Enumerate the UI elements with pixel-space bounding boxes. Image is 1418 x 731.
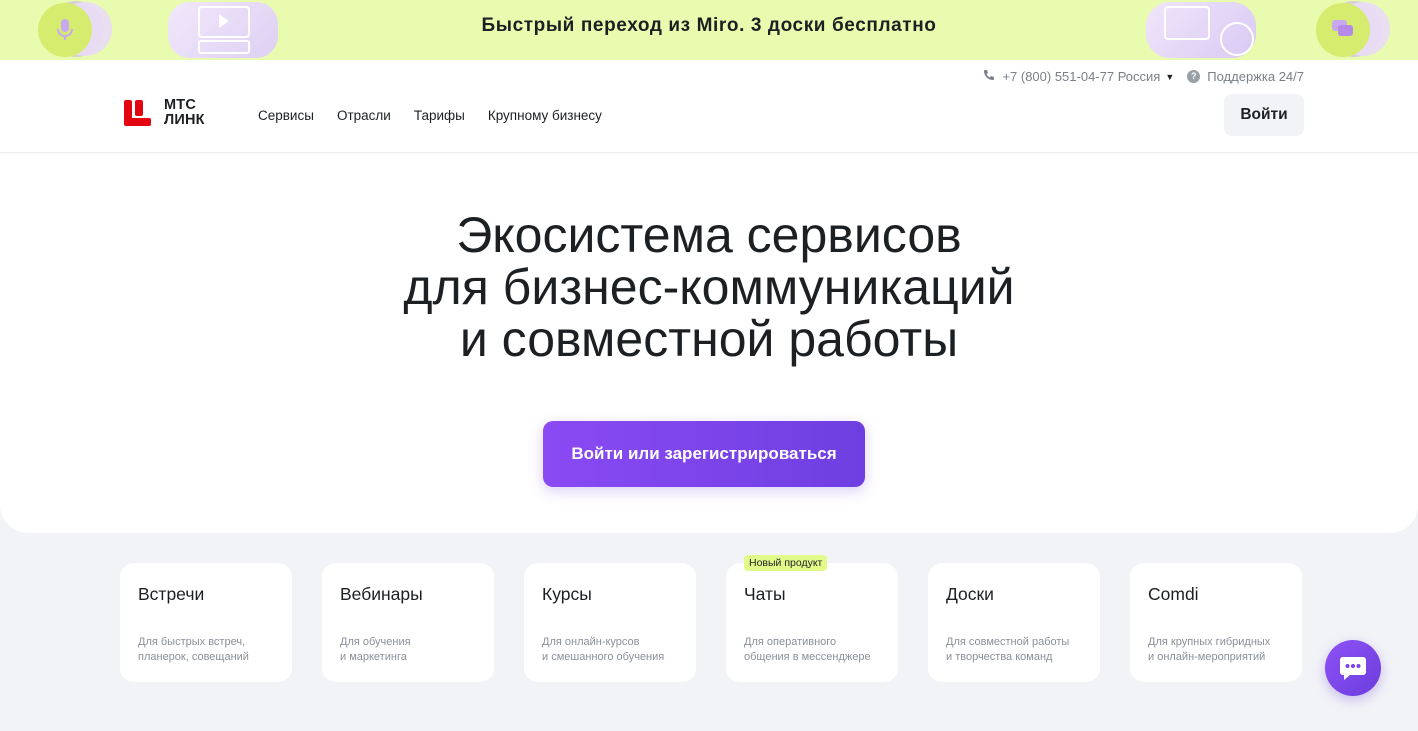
chat-bubble-icon [1340, 657, 1366, 680]
new-product-badge: Новый продукт [744, 555, 828, 571]
site-header: +7 (800) 551-04-77 Россия ▼ ? Поддержка … [0, 60, 1418, 153]
hero-title-line: и совместной работы [459, 311, 959, 367]
card-description: Для оперативного общения в мессенджере [744, 636, 871, 663]
board-circle-decor [1220, 22, 1254, 56]
card-title: Доски [946, 584, 994, 604]
contacts-bar: +7 (800) 551-04-77 Россия ▼ ? Поддержка … [983, 69, 1304, 84]
service-card-webinars[interactable]: Вебинары Для обучения и маркетинга [322, 563, 494, 682]
hero-title: Экосистема сервисов для бизнес-коммуника… [0, 209, 1418, 365]
service-cards: Встречи Для быстрых встреч, планерок, со… [120, 555, 1302, 682]
support-chat-button[interactable] [1325, 640, 1381, 696]
phone-number-link[interactable]: +7 (800) 551-04-77 Россия [1002, 69, 1160, 84]
main-nav: Сервисы Отрасли Тарифы Крупному бизнесу [258, 108, 602, 123]
service-card-comdi[interactable]: Comdi Для крупных гибридных и онлайн-мер… [1130, 563, 1302, 682]
phone-icon [983, 69, 995, 84]
card-description: Для совместной работы и творчества коман… [946, 636, 1070, 663]
board-frame-decor [1164, 6, 1210, 40]
logo-text: МТС ЛИНК [164, 98, 205, 128]
nav-item-enterprise[interactable]: Крупному бизнесу [488, 108, 602, 123]
nav-item-pricing[interactable]: Тарифы [414, 108, 465, 123]
card-title: Чаты [744, 584, 786, 604]
hero-section: Экосистема сервисов для бизнес-коммуника… [0, 153, 1418, 533]
service-card-courses[interactable]: Курсы Для онлайн-курсов и смешанного обу… [524, 563, 696, 682]
video-frame-decor [198, 40, 250, 54]
nav-item-industries[interactable]: Отрасли [337, 108, 391, 123]
nav-item-services[interactable]: Сервисы [258, 108, 314, 123]
card-description: Для обучения и маркетинга [340, 636, 411, 663]
chat-icon [1331, 18, 1355, 40]
help-icon: ? [1187, 70, 1201, 83]
region-dropdown-icon[interactable]: ▼ [1165, 72, 1174, 82]
logo-text-line1: МТС [164, 97, 197, 113]
service-card-chats[interactable]: Новый продукт Чаты Для оперативного обще… [726, 555, 898, 682]
card-title: Встречи [138, 584, 205, 604]
card-title: Курсы [542, 584, 592, 604]
card-description: Для быстрых встреч, планерок, совещаний [138, 636, 249, 663]
hero-title-line: Экосистема сервисов [456, 207, 962, 263]
card-description: Для онлайн-курсов и смешанного обучения [542, 636, 665, 663]
mts-link-logo[interactable]: МТС ЛИНК [124, 98, 205, 128]
logo-text-line2: ЛИНК [164, 112, 205, 128]
support-link[interactable]: Поддержка 24/7 [1207, 69, 1304, 84]
card-description: Для крупных гибридных и онлайн-мероприят… [1148, 636, 1271, 663]
service-card-boards[interactable]: Доски Для совместной работы и творчества… [928, 563, 1100, 682]
service-card-meetings[interactable]: Встречи Для быстрых встреч, планерок, со… [120, 563, 292, 682]
logo-mark [124, 99, 152, 127]
card-title: Вебинары [340, 584, 423, 604]
signin-register-button[interactable]: Войти или зарегистрироваться [543, 421, 865, 487]
hero-title-line: для бизнес-коммуникаций [403, 259, 1015, 315]
login-button[interactable]: Войти [1224, 94, 1304, 136]
promo-banner[interactable]: Быстрый переход из Miro. 3 доски бесплат… [0, 0, 1418, 60]
card-title: Comdi [1148, 584, 1199, 604]
